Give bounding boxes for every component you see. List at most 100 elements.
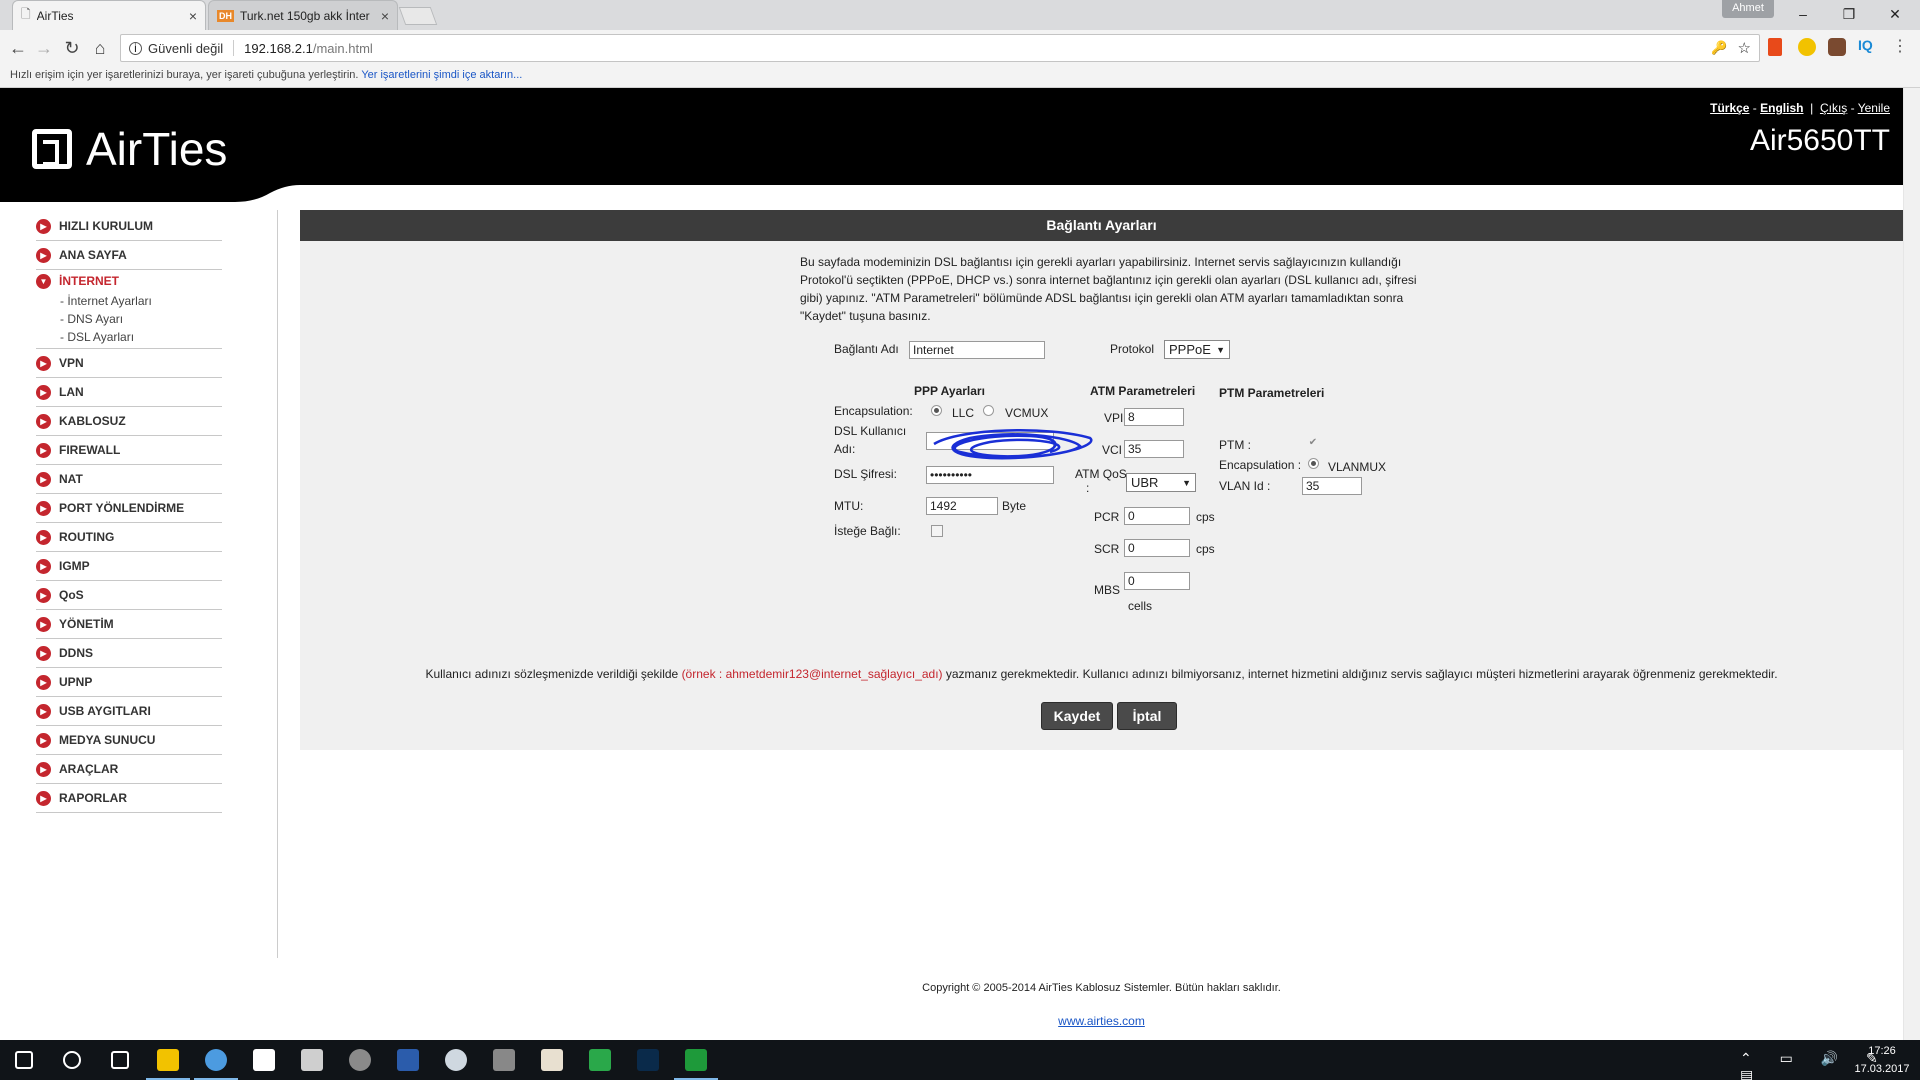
instagram-icon[interactable]	[1828, 38, 1846, 56]
taskbar-task-view-icon[interactable]	[96, 1040, 144, 1080]
sidebar-item-araçlar[interactable]: ▶ ARAÇLAR	[36, 755, 222, 784]
new-tab-button[interactable]	[398, 7, 438, 25]
arrow-right-icon: ▶	[36, 674, 51, 690]
sidebar-item-label: MEDYA SUNUCU	[59, 733, 156, 747]
taskbar-file-explorer-icon[interactable]	[144, 1040, 192, 1080]
sidebar-item-label: KABLOSUZ	[59, 414, 126, 428]
info-icon[interactable]: i	[129, 41, 142, 55]
sidebar-item-hizli-kurulum[interactable]: ▶ HIZLI KURULUM	[36, 212, 222, 241]
sidebar-item-yöneti-m[interactable]: ▶ YÖNETİM	[36, 610, 222, 639]
sidebar-item-lan[interactable]: ▶ LAN	[36, 378, 222, 407]
forward-icon[interactable]: →	[32, 36, 56, 60]
sidebar-item-igmp[interactable]: ▶ IGMP	[36, 552, 222, 581]
import-bookmarks-link[interactable]: Yer işaretlerini şimdi içe aktarın...	[361, 69, 522, 81]
minimize-button[interactable]: –	[1780, 0, 1826, 28]
scr-input[interactable]: 0	[1124, 539, 1190, 557]
mbs-input[interactable]: 0	[1124, 572, 1190, 590]
on-demand-checkbox[interactable]	[931, 525, 943, 537]
sidebar-item-nat[interactable]: ▶ NAT	[36, 465, 222, 494]
office-icon[interactable]	[1768, 38, 1782, 56]
airties-logo[interactable]: AirTies	[32, 122, 227, 176]
sidebar-item-qos[interactable]: ▶ QoS	[36, 581, 222, 610]
taskbar-start-icon[interactable]	[0, 1040, 48, 1080]
taskbar-photoshop-icon[interactable]	[624, 1040, 672, 1080]
profile-button[interactable]: Ahmet	[1722, 0, 1774, 18]
sidebar-item-i-nternet[interactable]: ▼ İNTERNET	[36, 270, 222, 292]
sidebar-subitem[interactable]: - İnternet Ayarları	[36, 292, 222, 310]
sidebar-item-port-yönlendi-rme[interactable]: ▶ PORT YÖNLENDİRME	[36, 494, 222, 523]
home-icon[interactable]: ⌂	[88, 36, 112, 60]
protocol-select[interactable]: PPPoE ▼	[1164, 340, 1230, 359]
vci-input[interactable]: 35	[1124, 440, 1184, 458]
lang-english-link[interactable]: English	[1760, 101, 1803, 115]
vlanmux-radio[interactable]	[1308, 458, 1319, 469]
taskbar-chrome-icon[interactable]	[192, 1040, 240, 1080]
ptm-checkbox[interactable]: ✔	[1307, 438, 1319, 450]
close-window-button[interactable]: ✕	[1872, 0, 1918, 28]
iq-icon[interactable]: IQ	[1858, 37, 1873, 53]
sidebar-item-kablosuz[interactable]: ▶ KABLOSUZ	[36, 407, 222, 436]
sidebar-subitem[interactable]: - DSL Ayarları	[36, 328, 222, 346]
taskbar-steam-icon[interactable]	[432, 1040, 480, 1080]
sidebar-item-firewall[interactable]: ▶ FIREWALL	[36, 436, 222, 465]
tab-airties[interactable]: 🗋 AirTies ×	[12, 0, 206, 30]
maximize-button[interactable]: ❐	[1826, 0, 1872, 28]
start-icon	[15, 1051, 33, 1069]
taskbar-app-icon[interactable]	[528, 1040, 576, 1080]
vlan-id-label: VLAN Id :	[1219, 479, 1271, 493]
atm-qos-select[interactable]: UBR ▼	[1126, 473, 1196, 492]
dsl-password-input[interactable]: ••••••••••	[926, 466, 1054, 484]
taskbar-camtasia-icon[interactable]	[672, 1040, 720, 1080]
encapsulation-llc-radio[interactable]	[931, 405, 942, 416]
logout-link[interactable]: Çıkış	[1820, 101, 1847, 115]
sidebar-item-vpn[interactable]: ▶ VPN	[36, 349, 222, 378]
sidebar-item-label: ARAÇLAR	[59, 762, 119, 776]
taskbar-app-icon[interactable]	[336, 1040, 384, 1080]
address-bar[interactable]: i Güvenli değil 192.168.2.1/main.html 🔑 …	[120, 34, 1760, 62]
note-text-2: yazmanız gerekmektedir. Kullanıcı adınız…	[942, 667, 1778, 681]
sidebar-item-ana-sayfa[interactable]: ▶ ANA SAYFA	[36, 241, 222, 270]
vlan-id-input[interactable]: 35	[1302, 477, 1362, 495]
sidebar-subitem[interactable]: - DNS Ayarı	[36, 310, 222, 328]
tab-turknet[interactable]: DH Turk.net 150gb akk İnter ×	[208, 0, 398, 30]
arrow-right-icon: ▶	[36, 355, 51, 371]
sidebar-item-medya-sunucu[interactable]: ▶ MEDYA SUNUCU	[36, 726, 222, 755]
taskbar-store-icon[interactable]	[240, 1040, 288, 1080]
taskbar-clock[interactable]: 17:26 17.03.2017	[1850, 1042, 1914, 1078]
encapsulation-vcmux-radio[interactable]	[983, 405, 994, 416]
sidebar-item-usb-aygitlari[interactable]: ▶ USB AYGITLARI	[36, 697, 222, 726]
security-label[interactable]: Güvenli değil	[148, 41, 223, 56]
mtu-input[interactable]: 1492	[926, 497, 998, 515]
pcr-input[interactable]: 0	[1124, 507, 1190, 525]
taskbar-search-icon[interactable]	[48, 1040, 96, 1080]
sidebar-item-ddns[interactable]: ▶ DDNS	[36, 639, 222, 668]
menu-icon[interactable]: ⋮	[1892, 36, 1908, 56]
refresh-link[interactable]: Yenile	[1858, 101, 1890, 115]
lang-turkish-link[interactable]: Türkçe	[1710, 101, 1749, 115]
sidebar-item-label: VPN	[59, 356, 84, 370]
cancel-button[interactable]: İptal	[1117, 702, 1177, 730]
taskbar-app-icon[interactable]	[576, 1040, 624, 1080]
close-icon[interactable]: ×	[381, 8, 389, 24]
sidebar-item-upnp[interactable]: ▶ UPNP	[36, 668, 222, 697]
taskbar-word-icon[interactable]	[384, 1040, 432, 1080]
reload-icon[interactable]: ↻	[60, 36, 84, 60]
website-link[interactable]: www.airties.com	[300, 1014, 1903, 1028]
key-icon[interactable]: 🔑	[1711, 40, 1727, 56]
connection-name-input[interactable]: Internet	[909, 341, 1045, 359]
save-button[interactable]: Kaydet	[1041, 702, 1113, 730]
sidebar-item-label: RAPORLAR	[59, 791, 127, 805]
sidebar-item-raporlar[interactable]: ▶ RAPORLAR	[36, 784, 222, 813]
language-bar: Türkçe - English | Çıkış - Yenile	[1710, 101, 1890, 115]
vpi-input[interactable]: 8	[1124, 408, 1184, 426]
bookmark-star-icon[interactable]: ☆	[1738, 39, 1751, 57]
extension-icon[interactable]	[1798, 38, 1816, 56]
page-scrollbar[interactable]	[1903, 88, 1920, 1040]
back-icon[interactable]: ←	[6, 36, 30, 60]
close-icon[interactable]: ×	[189, 8, 197, 24]
store-icon	[253, 1049, 275, 1071]
taskbar-settings-icon[interactable]	[288, 1040, 336, 1080]
protocol-label: Protokol	[1110, 342, 1155, 356]
taskbar-app-icon[interactable]	[480, 1040, 528, 1080]
sidebar-item-routing[interactable]: ▶ ROUTING	[36, 523, 222, 552]
